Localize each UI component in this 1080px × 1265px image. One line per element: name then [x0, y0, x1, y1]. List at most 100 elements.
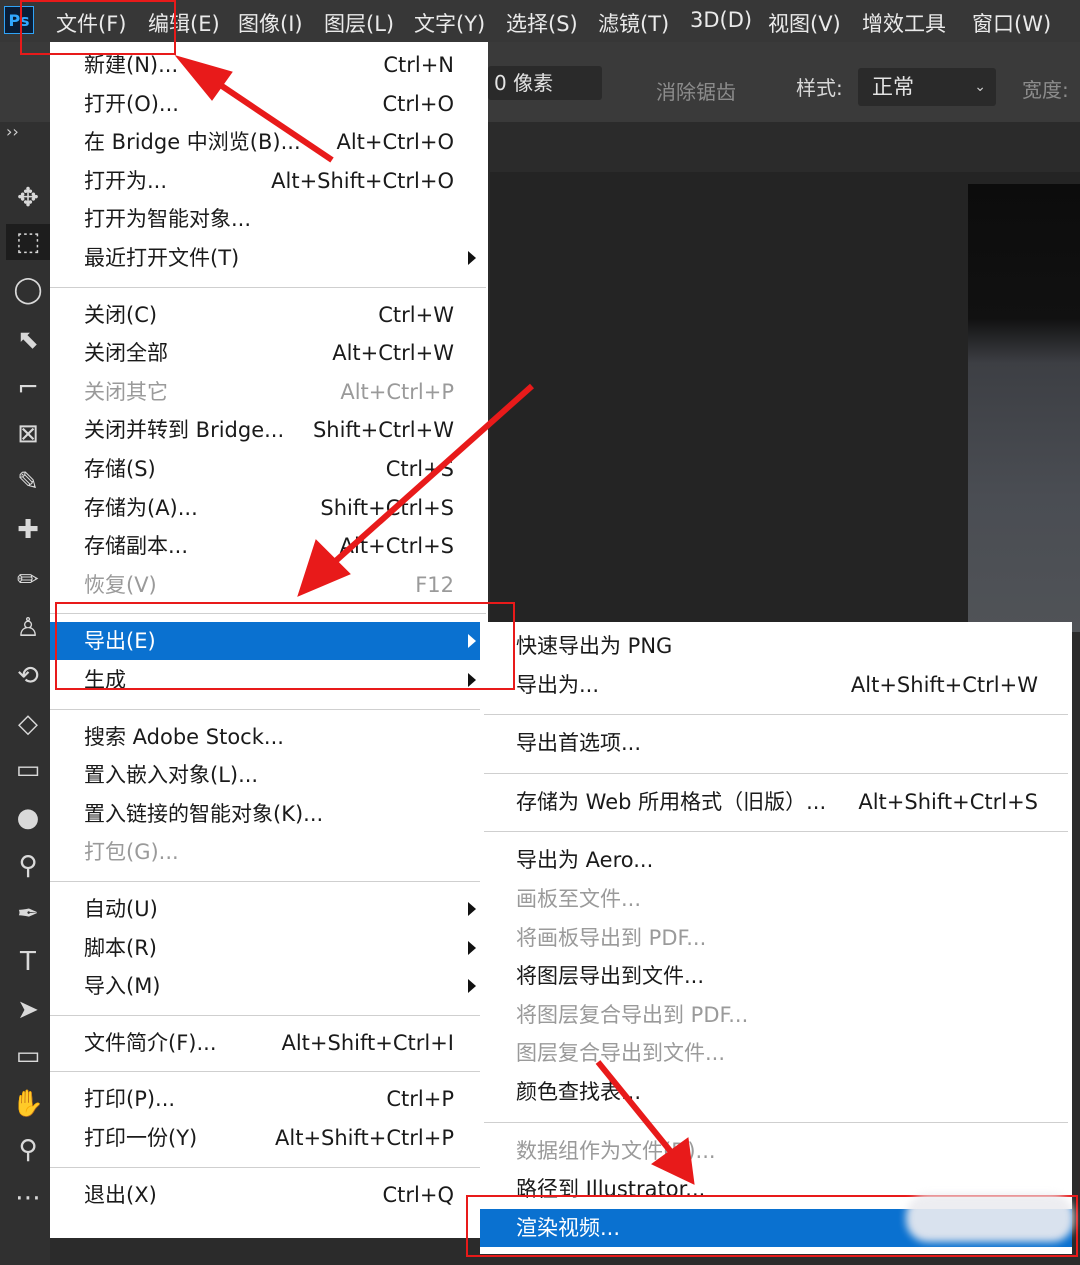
file-menu-item-label: 置入嵌入对象(L)... [84, 763, 259, 788]
file-menu-item-label: 存储(S) [84, 457, 156, 481]
file-menu-item[interactable]: 打开为智能对象... [50, 200, 488, 238]
submenu-arrow-icon [468, 902, 476, 916]
menu-10[interactable]: 窗口(W) [972, 8, 1051, 38]
file-menu-item-label: 存储为(A)... [84, 495, 198, 520]
file-menu-item-shortcut: Shift+Ctrl+S [320, 495, 454, 520]
type-tool-icon[interactable]: T [6, 944, 50, 980]
export-menu-item[interactable]: 快速导出为 PNG [480, 627, 1072, 665]
history-brush-icon[interactable]: ⟲ [6, 658, 50, 694]
eyedropper-tool-icon[interactable]: ✎ [6, 464, 50, 500]
style-select[interactable]: 正常 ⌄ [858, 68, 996, 106]
file-menu-item[interactable]: 最近打开文件(T) [50, 239, 488, 277]
export-menu-item[interactable]: 导出首选项... [480, 724, 1072, 762]
export-menu-item[interactable]: 颜色查找表... [480, 1073, 1072, 1111]
file-menu-item[interactable]: 恢复(V) F12 [50, 566, 488, 604]
brush-tool-icon[interactable]: ✏ [6, 562, 50, 598]
canvas-image [968, 184, 1080, 632]
feather-input[interactable]: 0 像素 [488, 66, 602, 100]
file-menu-item-shortcut: Alt+Ctrl+O [336, 130, 454, 155]
file-menu-item[interactable]: 打开(O)... Ctrl+O [50, 85, 488, 123]
eraser-tool-icon[interactable]: ◇ [6, 706, 50, 742]
export-menu-item-label: 导出为 Aero... [516, 848, 654, 873]
file-menu-item[interactable]: 存储(S) Ctrl+S [50, 450, 488, 488]
file-menu-item[interactable]: 置入嵌入对象(L)... [50, 756, 488, 794]
export-menu-item[interactable]: 将图层复合导出到 PDF... [480, 996, 1072, 1034]
pen-tool-icon[interactable]: ✒ [6, 896, 50, 932]
file-menu-item[interactable]: 在 Bridge 中浏览(B)... Alt+Ctrl+O [50, 123, 488, 161]
menu-separator [50, 1014, 486, 1016]
export-menu-item-label: 存储为 Web 所用格式（旧版）... [516, 789, 827, 814]
export-menu-item[interactable]: 将画板导出到 PDF... [480, 919, 1072, 957]
zoom-tool-icon[interactable]: ⚲ [6, 1132, 50, 1168]
menu-8[interactable]: 视图(V) [768, 8, 841, 38]
file-menu-item[interactable]: 关闭全部 Alt+Ctrl+W [50, 334, 488, 372]
file-menu-item[interactable]: 搜索 Adobe Stock... [50, 718, 488, 756]
export-menu-item[interactable]: 导出为 Aero... [480, 841, 1072, 879]
export-menu-item[interactable]: 数据组作为文件(D)... [480, 1132, 1072, 1170]
rectangle-tool-icon[interactable]: ▭ [6, 1038, 50, 1074]
file-menu-item-label: 退出(X) [84, 1182, 157, 1207]
file-menu-item-shortcut: Alt+Ctrl+P [340, 379, 454, 404]
file-menu-item-label: 置入链接的智能对象(K)... [84, 801, 324, 826]
file-menu-item-label: 脚本(R) [84, 935, 157, 960]
tools-panel: ›› ✥ ⬚ ◯ ⬉ ⌐ ⊠ ✎ ✚ ✏ ♙ ⟲ ◇ ▭ ● ⚲ ✒ T ➤ ▭ ✋ ⚲ ⋯ [0, 122, 50, 1265]
file-menu-item[interactable]: 脚本(R) [50, 929, 488, 967]
document-canvas[interactable] [490, 172, 1080, 632]
menu-4[interactable]: 文字(Y) [414, 8, 485, 38]
file-menu-item[interactable]: 置入链接的智能对象(K)... [50, 795, 488, 833]
path-select-tool-icon[interactable]: ➤ [6, 992, 50, 1028]
export-menu-item[interactable]: 画板至文件... [480, 880, 1072, 918]
move-tool-icon[interactable]: ✥ [6, 180, 50, 216]
file-menu-item[interactable]: 文件简介(F)... Alt+Shift+Ctrl+I [50, 1024, 488, 1062]
object-select-tool-icon[interactable]: ⬉ [6, 322, 50, 358]
file-menu-item[interactable]: 关闭其它 Alt+Ctrl+P [50, 373, 488, 411]
file-menu-item[interactable]: 打开为... Alt+Shift+Ctrl+O [50, 162, 488, 200]
healing-tool-icon[interactable]: ✚ [6, 512, 50, 548]
dodge-tool-icon[interactable]: ⚲ [6, 848, 50, 884]
file-menu-item[interactable]: 退出(X) Ctrl+Q [50, 1176, 488, 1214]
hand-tool-icon[interactable]: ✋ [6, 1086, 50, 1122]
file-menu-item[interactable]: 存储为(A)... Shift+Ctrl+S [50, 489, 488, 527]
frame-tool-icon[interactable]: ⊠ [6, 416, 50, 452]
menu-9[interactable]: 增效工具 [862, 8, 946, 38]
export-menu-item-label: 将图层复合导出到 PDF... [516, 1002, 749, 1027]
file-menu-item[interactable]: 打包(G)... [50, 833, 488, 871]
antialias-checkbox-label[interactable]: 消除锯齿 [656, 76, 736, 105]
menu-5[interactable]: 选择(S) [506, 8, 578, 38]
menu-7[interactable]: 3D(D) [690, 8, 752, 32]
collapse-panel-icon[interactable]: ›› [6, 122, 19, 141]
export-menu-item[interactable]: 导出为... Alt+Shift+Ctrl+W [480, 666, 1072, 704]
menu-2[interactable]: 图像(I) [238, 8, 303, 38]
file-menu-item-shortcut: Shift+Ctrl+W [312, 418, 454, 443]
file-menu-item-shortcut: Ctrl+W [378, 302, 454, 327]
file-menu-item[interactable]: 导入(M) [50, 967, 488, 1005]
file-menu-item[interactable]: 关闭并转到 Bridge... Shift+Ctrl+W [50, 411, 488, 449]
crop-tool-icon[interactable]: ⌐ [6, 370, 50, 406]
more-tools-icon[interactable]: ⋯ [6, 1180, 50, 1216]
file-menu-item[interactable]: 关闭(C) Ctrl+W [50, 296, 488, 334]
file-menu-item[interactable]: 打印一份(Y) Alt+Shift+Ctrl+P [50, 1119, 488, 1157]
file-menu-item-label: 打印(P)... [84, 1087, 176, 1112]
chevron-down-icon: ⌄ [974, 79, 986, 95]
menu-separator [484, 1121, 1068, 1123]
blur-tool-icon[interactable]: ● [6, 800, 50, 836]
submenu-arrow-icon [468, 940, 476, 955]
export-menu-item-label: 导出为... [516, 672, 600, 697]
menu-6[interactable]: 滤镜(T) [598, 8, 669, 38]
file-menu-item[interactable]: 自动(U) [50, 890, 488, 928]
file-menu-item-shortcut: Ctrl+Q [382, 1182, 455, 1207]
file-menu-item[interactable]: 打印(P)... Ctrl+P [50, 1080, 488, 1118]
export-menu-item[interactable]: 存储为 Web 所用格式（旧版）... Alt+Shift+Ctrl+S [480, 783, 1072, 821]
export-menu-item[interactable]: 将图层导出到文件... [480, 957, 1072, 995]
file-menu-item-label: 关闭其它 [84, 379, 168, 404]
file-menu-item-shortcut: Alt+Shift+Ctrl+O [271, 168, 454, 193]
file-menu-item-label: 在 Bridge 中浏览(B)... [84, 130, 301, 155]
marquee-tool-icon[interactable]: ⬚ [6, 224, 50, 260]
stamp-tool-icon[interactable]: ♙ [6, 610, 50, 646]
gradient-tool-icon[interactable]: ▭ [6, 752, 50, 788]
menu-3[interactable]: 图层(L) [324, 8, 394, 38]
export-menu-item[interactable]: 图层复合导出到文件... [480, 1034, 1072, 1072]
lasso-tool-icon[interactable]: ◯ [6, 272, 50, 308]
file-menu-item-shortcut: Alt+Shift+Ctrl+P [275, 1126, 454, 1150]
file-menu-item[interactable]: 存储副本... Alt+Ctrl+S [50, 527, 488, 565]
